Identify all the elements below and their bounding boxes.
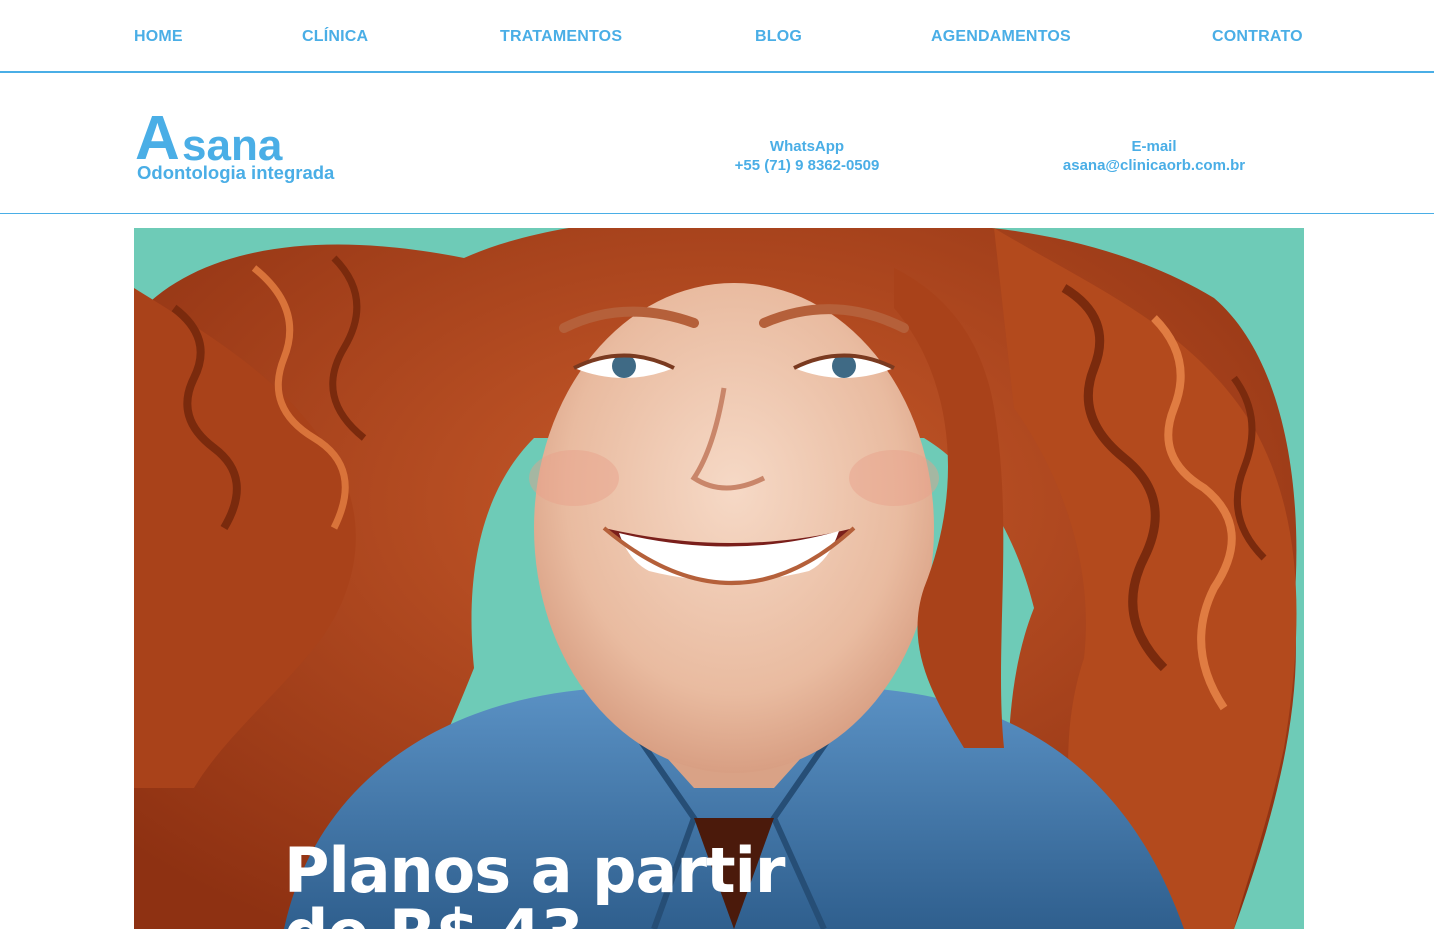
nav-link-tratamentos[interactable]: TRATAMENTOS <box>500 28 622 46</box>
nav-link-contrato[interactable]: CONTRATO <box>1212 28 1303 46</box>
hero-headline: Planos a partir de R$ 43 <box>284 834 984 930</box>
email-label: E-mail <box>1131 138 1177 155</box>
whatsapp-label: WhatsApp <box>769 138 845 155</box>
email-contact[interactable]: E-mail asana@clinicaorb.com.br <box>1040 137 1268 175</box>
logo-tagline: Odontologia integrada <box>137 162 335 183</box>
nav-link-blog[interactable]: BLOG <box>755 28 802 46</box>
whatsapp-number[interactable]: +55 (71) 9 8362-0509 <box>700 156 914 175</box>
nav-link-agendamentos[interactable]: AGENDAMENTOS <box>931 28 1071 46</box>
whatsapp-contact[interactable]: WhatsApp +55 (71) 9 8362-0509 <box>700 137 914 175</box>
logo-initial: A <box>135 104 180 173</box>
hero-photo-smiling-woman <box>134 228 1304 929</box>
nav-link-clinica[interactable]: CLÍNICA <box>302 28 368 46</box>
hero-banner: Planos a partir de R$ 43 <box>134 228 1304 929</box>
brand-logo[interactable]: A sana Odontologia integrada <box>135 108 375 188</box>
nav-link-home[interactable]: HOME <box>134 28 183 46</box>
hero-headline-line-1: Planos a partir <box>284 834 785 907</box>
top-navigation: HOME CLÍNICA TRATAMENTOS BLOG AGENDAMENT… <box>0 0 1434 73</box>
email-address[interactable]: asana@clinicaorb.com.br <box>1040 156 1268 175</box>
